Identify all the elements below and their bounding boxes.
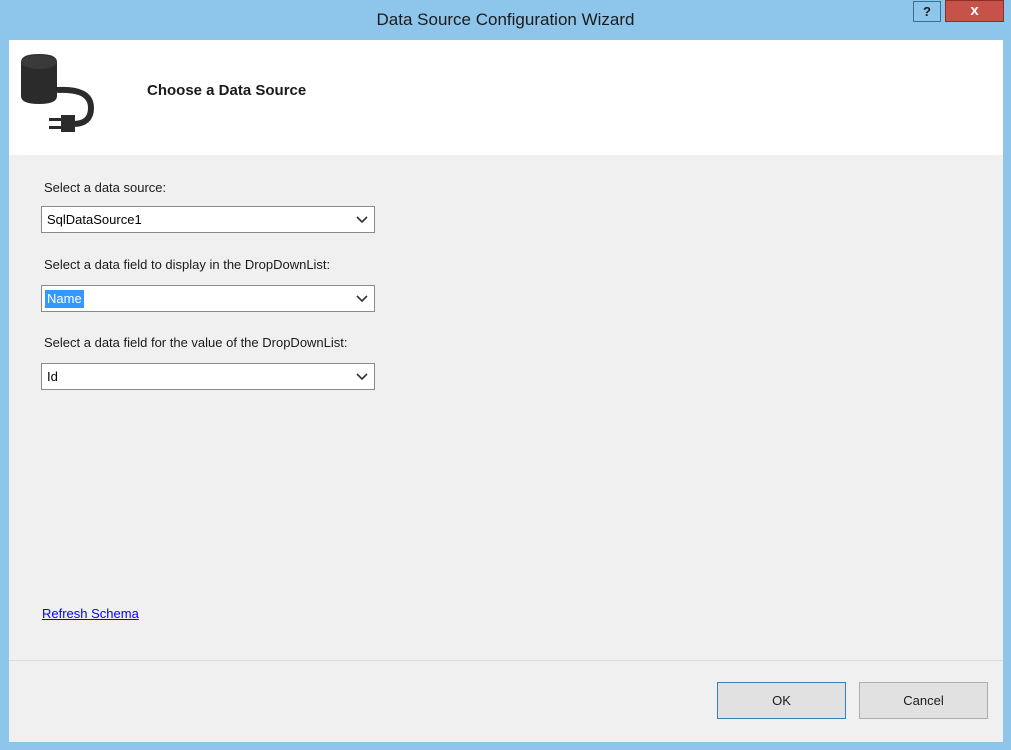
window-title: Data Source Configuration Wizard bbox=[376, 10, 635, 29]
display-field-value: Name bbox=[45, 290, 84, 308]
refresh-schema-link[interactable]: Refresh Schema bbox=[42, 606, 139, 621]
display-field-select[interactable]: Name bbox=[41, 285, 375, 312]
value-field-select[interactable]: Id bbox=[41, 363, 375, 390]
help-button[interactable]: ? bbox=[913, 1, 941, 22]
title-bar[interactable]: Data Source Configuration Wizard ? x bbox=[0, 0, 1011, 40]
ok-button[interactable]: OK bbox=[717, 682, 846, 719]
page-title: Choose a Data Source bbox=[147, 82, 307, 99]
button-bar: OK Cancel bbox=[9, 660, 1003, 742]
chevron-down-icon bbox=[356, 295, 368, 303]
data-source-label: Select a data source: bbox=[44, 180, 167, 195]
chevron-down-icon bbox=[356, 373, 368, 381]
value-field-value: Id bbox=[47, 369, 58, 384]
dialog-window: Data Source Configuration Wizard ? x Cho… bbox=[0, 0, 1011, 750]
value-field-label: Select a data field for the value of the… bbox=[44, 335, 348, 350]
data-source-select[interactable]: SqlDataSource1 bbox=[41, 206, 375, 233]
database-plug-icon bbox=[21, 54, 95, 132]
close-button[interactable]: x bbox=[945, 0, 1004, 22]
display-field-label: Select a data field to display in the Dr… bbox=[44, 257, 331, 272]
chevron-down-icon bbox=[356, 216, 368, 224]
wizard-header: Choose a Data Source bbox=[9, 40, 1003, 155]
cancel-button[interactable]: Cancel bbox=[859, 682, 988, 719]
wizard-content: Select a data source: SqlDataSource1 Sel… bbox=[9, 155, 1003, 660]
data-source-value: SqlDataSource1 bbox=[47, 212, 142, 227]
